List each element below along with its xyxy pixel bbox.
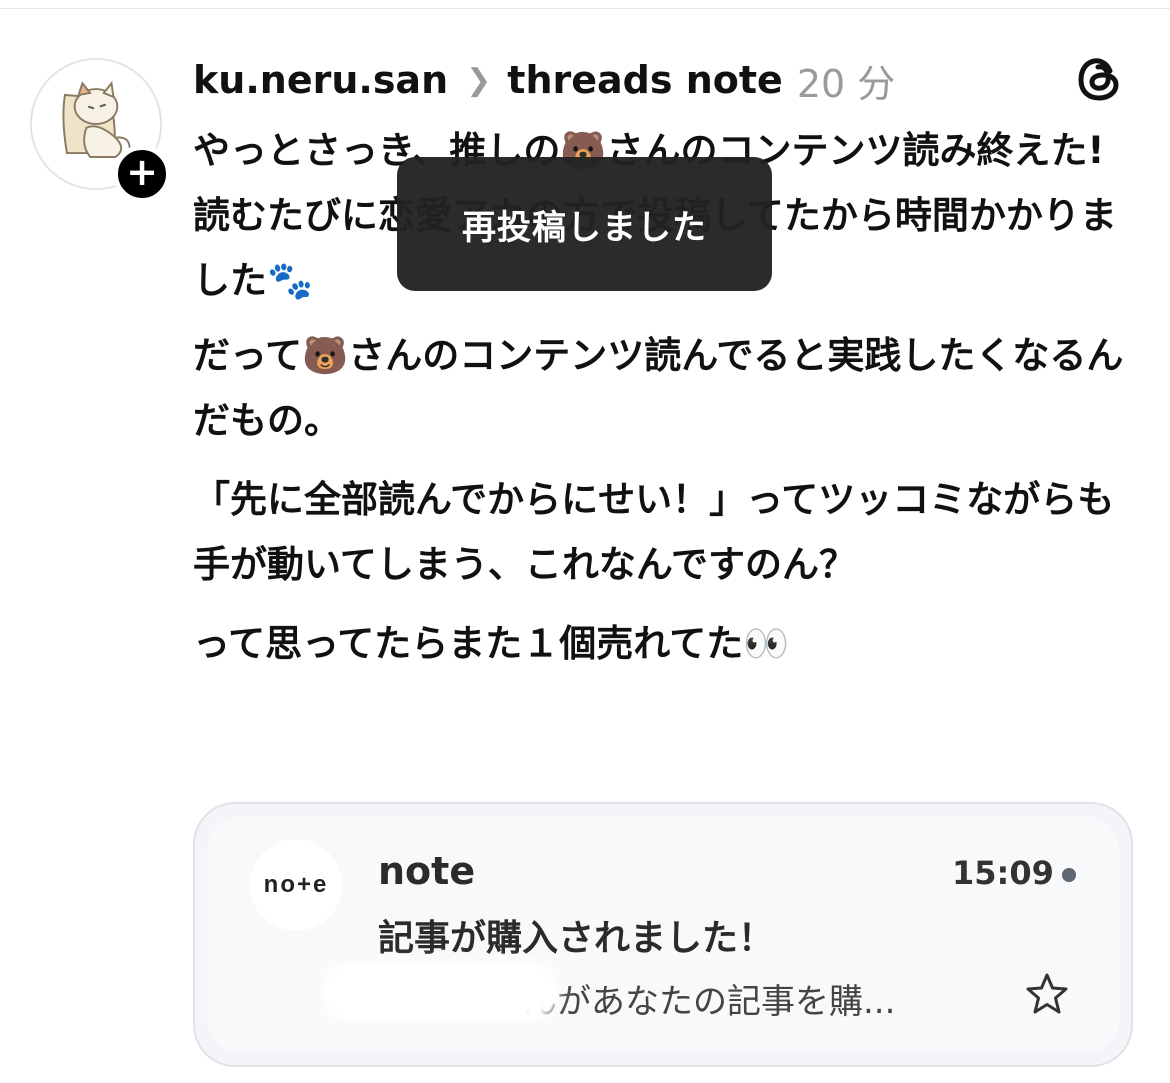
plus-icon: + xyxy=(126,150,158,194)
notification-app-name: note xyxy=(378,849,476,893)
chevron-right-icon: ❯ xyxy=(466,62,492,98)
repost-toast: 再投稿しました xyxy=(397,157,772,291)
notification-preview: んがあなたの記事を購... xyxy=(523,982,896,1022)
post-timestamp: 20 分 xyxy=(796,61,896,106)
unread-dot xyxy=(1062,868,1076,882)
star-icon xyxy=(1026,973,1068,1014)
follow-button[interactable]: + xyxy=(113,145,171,203)
note-app-logo: no+e xyxy=(250,839,342,931)
notification-subject: 記事が購入されました！ xyxy=(378,918,775,959)
post-paragraph: だって🐻さんのコンテンツ読んでると実践したくなるんだもの。 xyxy=(193,334,1124,442)
top-divider xyxy=(0,8,1170,9)
redaction-blur xyxy=(320,962,560,1022)
post-paragraph: って思ってたらまた１個売れてた👀 xyxy=(193,622,790,665)
topic-tag[interactable]: threads note xyxy=(507,58,783,102)
username[interactable]: ku.neru.san xyxy=(193,58,448,102)
post-header: ku.neru.san ❯ threads note 20 分 xyxy=(193,52,895,108)
post-paragraph: 「先に全部読んでからにせい！」ってツッコミながらも手が動いてしまう、これなんです… xyxy=(193,478,1115,586)
notification-time: 15:09 xyxy=(952,854,1054,892)
threads-logo-icon[interactable] xyxy=(1074,54,1124,104)
notification-screenshot-card[interactable]: no+e note 15:09 記事が購入されました！ んがあなたの記事を購..… xyxy=(193,802,1133,1067)
